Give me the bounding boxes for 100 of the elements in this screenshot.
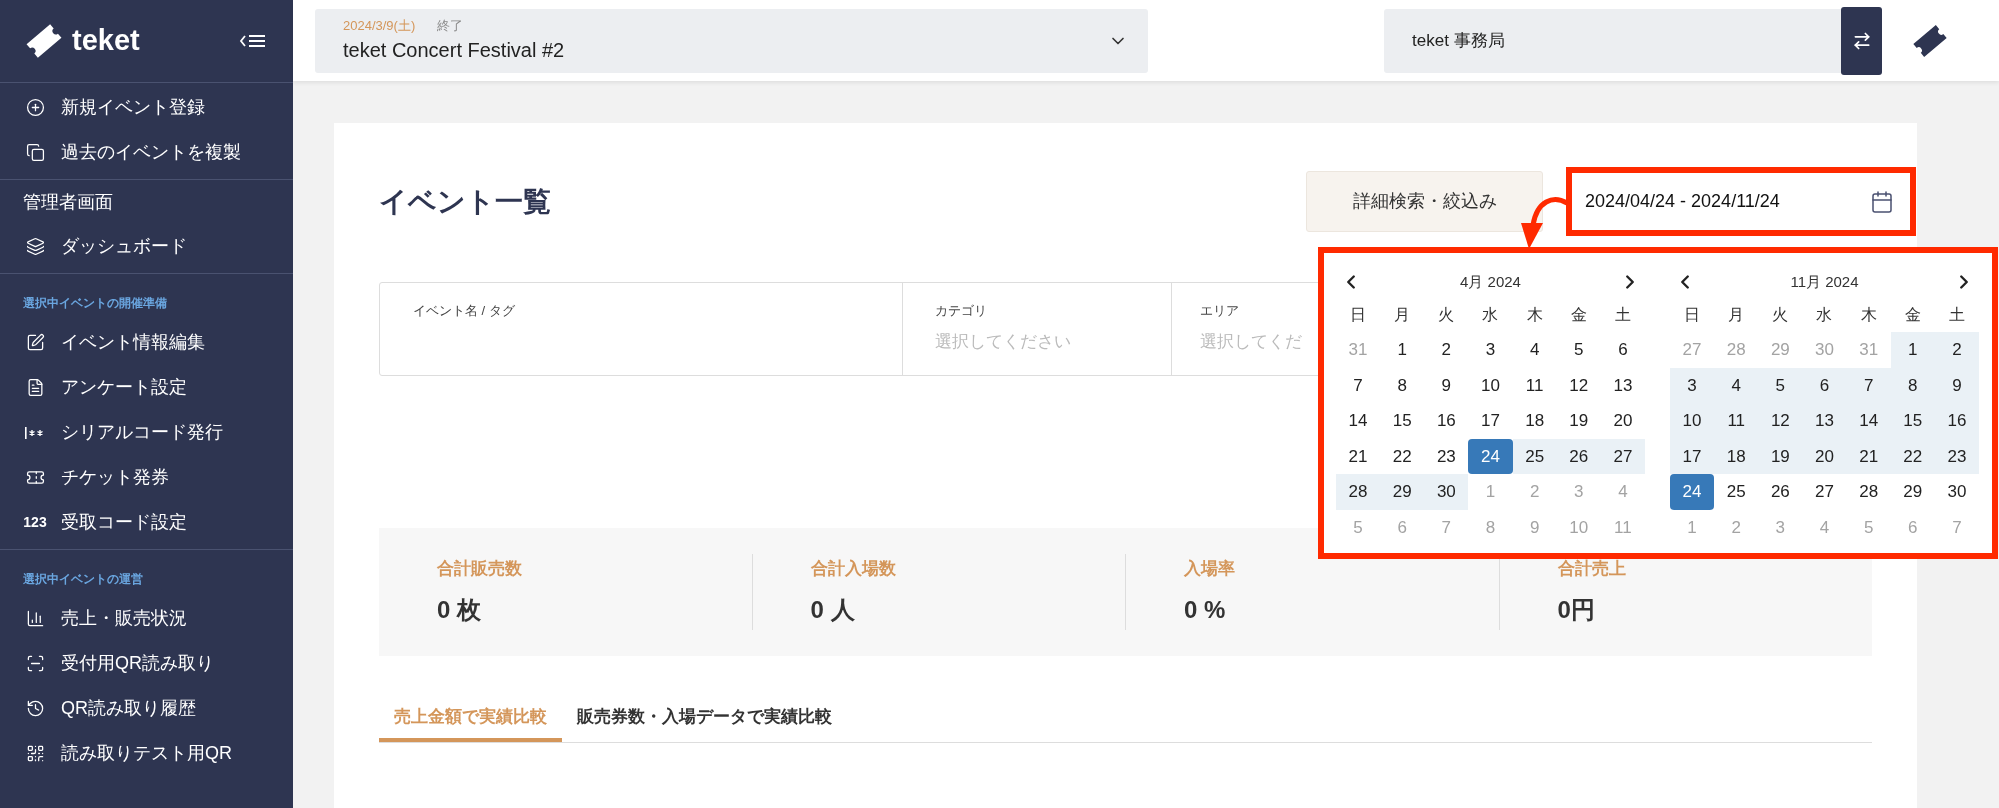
calendar-day[interactable]: 8 [1890,367,1935,404]
filter-field[interactable]: イベント名 / タグ [380,283,903,376]
calendar-day[interactable]: 26 [1758,474,1803,510]
calendar-day[interactable]: 5 [1556,332,1601,368]
calendar-day[interactable]: 18 [1714,438,1759,475]
page-title: イベント一覧 [379,184,551,219]
calendar-day[interactable]: 11 [1714,403,1759,439]
calendar-day[interactable]: 4 [1714,367,1759,404]
sidebar-item[interactable]: 読み取りテスト用QR [0,731,293,776]
weekday-label: 月 [1393,304,1412,325]
calendar-day[interactable]: 3 [1468,332,1513,368]
calendar-day[interactable]: 21 [1846,438,1891,475]
calendar-day[interactable]: 15 [1380,403,1425,439]
weekday-label: 月 [1727,304,1746,325]
calendar-day[interactable]: 14 [1846,403,1891,439]
calendar-day[interactable]: 12 [1758,403,1803,439]
calendar-day[interactable]: 8 [1380,367,1425,404]
calendar-day[interactable]: 15 [1890,403,1935,439]
filter-label: イベント名 / タグ [413,302,515,321]
collapse-menu-icon[interactable] [239,32,267,50]
advanced-search-button[interactable]: 詳細検索・絞込み [1306,171,1543,233]
calendar-day[interactable]: 24 [1468,438,1513,475]
calendar-day[interactable]: 30 [1934,474,1979,510]
calendar-day[interactable]: 2 [1934,332,1979,368]
calendar-day[interactable]: 6 [1802,367,1847,404]
sidebar-item[interactable]: チケット発券 [0,455,293,500]
calendar-day[interactable]: 13 [1802,403,1847,439]
stat-value: 0 % [1184,594,1227,625]
sidebar-item[interactable]: 受付用QR読み取り [0,641,293,686]
calendar-day[interactable]: 27 [1600,438,1645,475]
calendar-day[interactable]: 25 [1714,474,1759,510]
calendar-day[interactable]: 14 [1336,403,1381,439]
sidebar-item[interactable]: ダッシュボード [0,224,293,269]
event-selector[interactable]: 2024/3/9(土) 終了 teket Concert Festival #2 [315,8,1148,73]
calendar-day[interactable]: 26 [1556,438,1601,475]
sidebar-item[interactable]: QR読み取り履歴 [0,686,293,731]
sidebar-item[interactable]: 123 受取コード設定 [0,500,293,545]
calendar-day[interactable]: 25 [1512,438,1557,475]
section-caption: 選択中イベントの運営 [22,571,144,588]
plus-circle-icon [25,98,45,117]
weekday-label: 火 [1771,304,1790,325]
bar-chart-icon [25,609,45,628]
calendar-day[interactable]: 27 [1802,474,1847,510]
calendar-day[interactable]: 13 [1600,367,1645,404]
switch-button[interactable] [1841,6,1882,75]
calendar-day[interactable]: 28 [1846,474,1891,510]
calendar-day[interactable]: 21 [1336,438,1381,475]
calendar-day[interactable]: 20 [1600,403,1645,439]
calendar-day[interactable]: 6 [1600,332,1645,368]
sidebar-item[interactable]: 過去のイベントを複製 [0,130,293,175]
calendar-day[interactable]: 23 [1934,438,1979,475]
calendar-day[interactable]: 17 [1468,403,1513,439]
calendar-day[interactable]: 28 [1336,474,1381,510]
calendar-day[interactable]: 20 [1802,438,1847,475]
calendar-day[interactable]: 19 [1556,403,1601,439]
calendar-day[interactable]: 9 [1424,367,1469,404]
calendar-day[interactable]: 16 [1424,403,1469,439]
stat-value: 0 人 [810,594,856,625]
calendar-day[interactable]: 3 [1670,367,1715,404]
sidebar-item[interactable]: 売上・販売状況 [0,596,293,641]
calendar-day[interactable]: 16 [1934,403,1979,439]
weekday-label: 金 [1903,304,1922,325]
weekday-label: 日 [1349,304,1368,325]
sidebar-item[interactable]: シリアルコード発行 [0,410,293,455]
calendar-day[interactable]: 18 [1512,403,1557,439]
calendar-day[interactable]: 17 [1670,438,1715,475]
calendar-day[interactable]: 4 [1512,332,1557,368]
organizer-field[interactable]: teket 事務局 [1384,8,1841,73]
weekday-label: 水 [1815,304,1834,325]
calendar-day[interactable]: 22 [1380,438,1425,475]
calendar-day[interactable]: 12 [1556,367,1601,404]
section-caption: 選択中イベントの開催準備 [22,295,168,312]
filter-field[interactable]: カテゴリ 選択してください [903,283,1172,376]
calendar-day[interactable]: 9 [1934,367,1979,404]
calendar-day[interactable]: 30 [1424,474,1469,510]
calendar-day[interactable]: 24 [1670,474,1715,510]
code-label: 123 [23,513,47,532]
sidebar-item[interactable]: アンケート設定 [0,365,293,410]
calendar-day[interactable]: 5 [1758,367,1803,404]
calendar-day[interactable]: 1 [1380,332,1425,368]
month-title: 4月 2024 [1460,271,1521,292]
calendar-day[interactable]: 22 [1890,438,1935,475]
sidebar-item[interactable]: 新規イベント登録 [0,85,293,130]
calendar-day[interactable]: 10 [1670,403,1715,439]
tab[interactable]: 販売券数・入場データで実績比較 [562,696,847,743]
calendar-day[interactable]: 11 [1512,367,1557,404]
filter-placeholder: 選択してください [935,330,1071,353]
calendar-day[interactable]: 19 [1758,438,1803,475]
calendar-day[interactable]: 2 [1424,332,1469,368]
calendar-day[interactable]: 1 [1890,332,1935,368]
calendar-day[interactable]: 23 [1424,438,1469,475]
sidebar-item[interactable]: イベント情報編集 [0,320,293,365]
calendar-day[interactable]: 7 [1336,367,1381,404]
calendar-day[interactable]: 7 [1846,367,1891,404]
filter-field[interactable]: エリア 選択してくだ [1172,283,1318,376]
calendar-day[interactable]: 10 [1468,367,1513,404]
scan-icon [25,654,45,673]
calendar-day[interactable]: 29 [1380,474,1425,510]
layers-icon [25,237,45,256]
calendar-day[interactable]: 29 [1890,474,1935,510]
